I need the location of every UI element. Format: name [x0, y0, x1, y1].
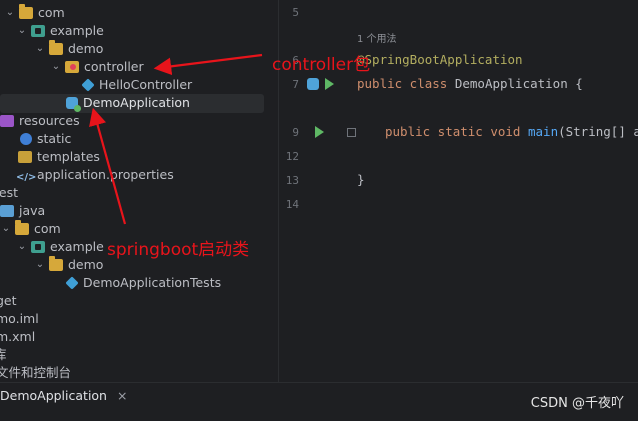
watermark: CSDN @千夜吖: [530, 396, 624, 411]
annotation-springboot-class: springboot启动类: [107, 240, 250, 260]
run-tab[interactable]: DemoApplication ×: [0, 388, 127, 403]
annotation-controller-package: controller包: [272, 55, 371, 75]
arrow-to-controller: [153, 53, 263, 76]
close-icon[interactable]: ×: [117, 388, 127, 403]
arrow-to-demoapplication: [89, 107, 127, 225]
